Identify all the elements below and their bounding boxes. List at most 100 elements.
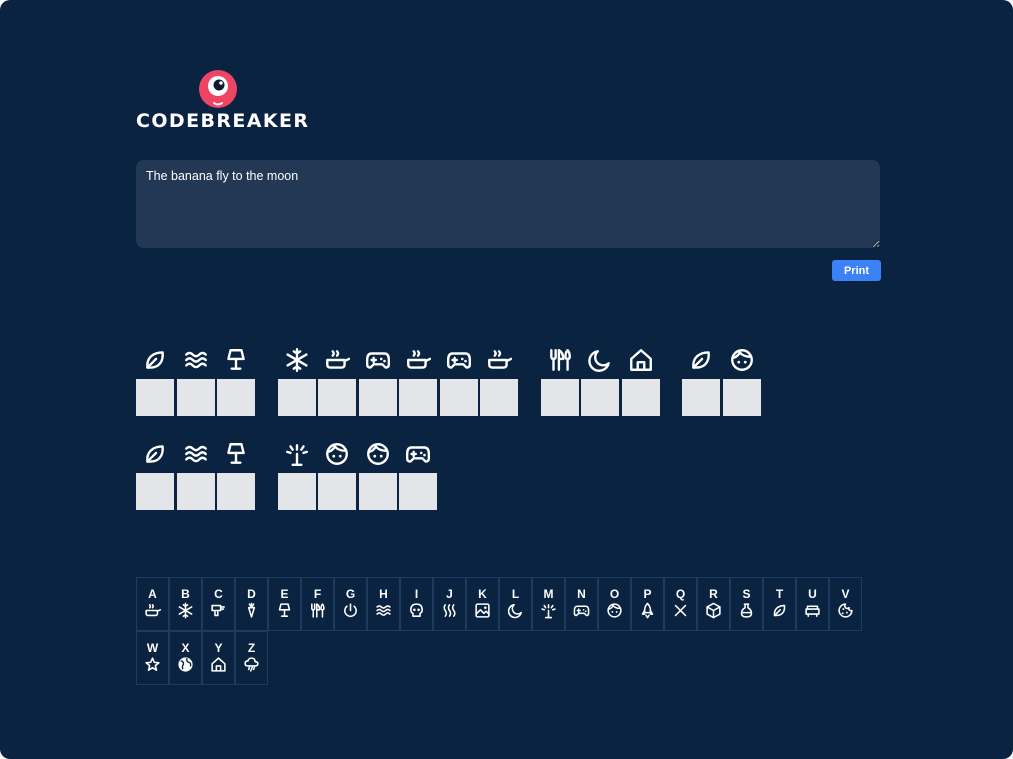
key-cell-e: E xyxy=(268,577,301,631)
cipher-cell xyxy=(723,347,761,416)
answer-box[interactable] xyxy=(278,473,316,510)
app-window: CODEBREAKER The banana fly to the moon P… xyxy=(0,0,1013,759)
key-letter: U xyxy=(808,587,817,601)
logo-wordmark: CODEBREAKER xyxy=(136,110,310,132)
storm-icon xyxy=(236,656,267,676)
key-letter: E xyxy=(280,587,289,601)
print-button[interactable]: Print xyxy=(832,260,881,281)
snowflake-icon xyxy=(286,347,308,373)
pot-icon xyxy=(137,602,168,622)
answer-box[interactable] xyxy=(318,379,356,416)
key-cell-n: N xyxy=(565,577,598,631)
gamepad-icon xyxy=(359,347,397,377)
answer-box[interactable] xyxy=(177,473,215,510)
answer-box[interactable] xyxy=(217,379,255,416)
cookie-icon xyxy=(830,602,861,622)
key-cell-s: S xyxy=(730,577,763,631)
answer-box[interactable] xyxy=(541,379,579,416)
answer-box[interactable] xyxy=(217,473,255,510)
answer-box[interactable] xyxy=(480,379,518,416)
carrot-icon xyxy=(236,602,267,622)
gamepad-icon xyxy=(440,347,478,377)
answer-box[interactable] xyxy=(622,379,660,416)
key-letter: O xyxy=(609,587,620,601)
heat-icon xyxy=(434,602,465,622)
eye-logo-icon xyxy=(199,70,237,108)
face-icon xyxy=(599,602,630,622)
face-icon xyxy=(367,443,389,465)
leaf-icon xyxy=(692,351,710,369)
key-letter: N xyxy=(577,587,586,601)
answer-box[interactable] xyxy=(359,379,397,416)
answer-box[interactable] xyxy=(399,379,437,416)
picture-icon xyxy=(475,603,490,618)
key-cell-m: M xyxy=(532,577,565,631)
gamepad-icon xyxy=(573,605,590,617)
answer-box[interactable] xyxy=(278,379,316,416)
leaf-icon xyxy=(146,351,164,369)
codebreaker-logo: CODEBREAKER xyxy=(136,70,310,135)
answer-box[interactable] xyxy=(359,473,397,510)
waves-icon xyxy=(177,441,215,471)
answer-box[interactable] xyxy=(682,379,720,416)
cipher-cell xyxy=(177,347,215,416)
key-cell-f: F xyxy=(301,577,334,631)
gamepad-icon xyxy=(566,602,597,622)
answer-box[interactable] xyxy=(318,473,356,510)
key-cell-q: Q xyxy=(664,577,697,631)
lamp-icon xyxy=(278,603,291,617)
cipher-cell xyxy=(440,347,478,416)
pot-icon xyxy=(480,347,518,377)
key-letter: Z xyxy=(247,641,256,655)
answer-box[interactable] xyxy=(723,379,761,416)
answer-box[interactable] xyxy=(399,473,437,510)
pot-icon xyxy=(318,347,356,377)
key-cell-k: K xyxy=(466,577,499,631)
rocket-icon xyxy=(641,602,654,619)
waves-icon xyxy=(185,351,207,369)
key-cell-h: H xyxy=(367,577,400,631)
key-letter: G xyxy=(345,587,356,601)
house-icon xyxy=(203,656,234,676)
face-icon xyxy=(359,441,397,471)
cipher-cell xyxy=(278,441,316,510)
cipher-cell xyxy=(359,347,397,416)
cipher-cell xyxy=(541,347,579,416)
key-letter: S xyxy=(742,587,751,601)
globe-icon xyxy=(170,656,201,676)
key-cell-i: I xyxy=(400,577,433,631)
key-cell-d: D xyxy=(235,577,268,631)
house-icon xyxy=(211,657,226,672)
sprinkler-icon xyxy=(286,444,308,467)
key-letter: I xyxy=(414,587,419,601)
key-cell-a: A xyxy=(136,577,169,631)
message-input[interactable]: The banana fly to the moon xyxy=(136,160,880,248)
answer-box[interactable] xyxy=(177,379,215,416)
answer-box[interactable] xyxy=(136,379,174,416)
key-letter: K xyxy=(478,587,487,601)
cutlery-icon xyxy=(541,347,579,377)
cutlery-icon xyxy=(311,603,325,618)
key-letter: D xyxy=(247,587,256,601)
key-cell-r: R xyxy=(697,577,730,631)
globe-icon xyxy=(178,657,193,672)
potion-icon xyxy=(740,603,753,618)
answer-box[interactable] xyxy=(440,379,478,416)
leaf-icon xyxy=(764,602,795,622)
cipher-cell xyxy=(217,441,255,510)
answer-box[interactable] xyxy=(581,379,619,416)
star-icon xyxy=(137,656,168,676)
key-letter: F xyxy=(313,587,322,601)
house-icon xyxy=(622,347,660,377)
gamepad-icon xyxy=(399,441,437,471)
key-letter: J xyxy=(446,587,453,601)
key-letter: Y xyxy=(214,641,223,655)
pot-icon xyxy=(326,350,350,369)
key-letter: H xyxy=(379,587,388,601)
answer-box[interactable] xyxy=(136,473,174,510)
key-letter: W xyxy=(146,641,159,655)
leaf-icon xyxy=(773,604,786,617)
cipher-cell xyxy=(480,347,518,416)
cipher-cell xyxy=(278,347,316,416)
snowflake-icon xyxy=(170,602,201,622)
